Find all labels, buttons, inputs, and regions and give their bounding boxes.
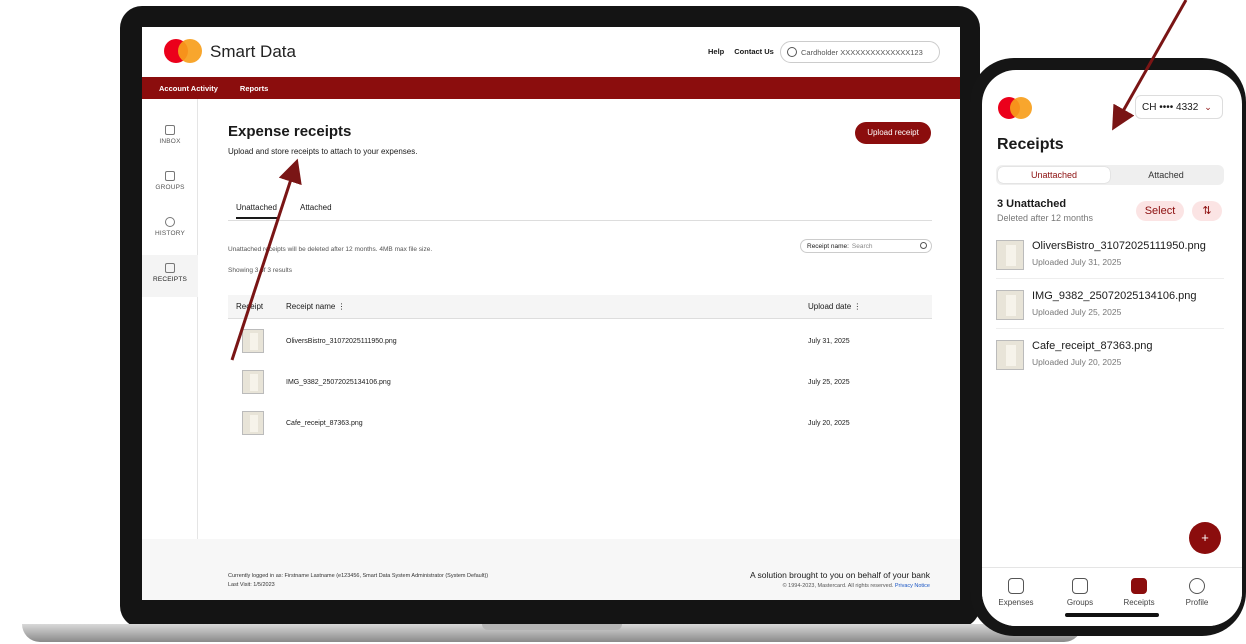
more-vertical-icon[interactable]: ⋮ xyxy=(853,302,861,311)
card-selector[interactable]: CH •••• 4332 ⌄ xyxy=(1135,95,1223,119)
privacy-link[interactable]: Privacy Notice xyxy=(895,583,930,589)
receipt-name: Cafe_receipt_87363.png xyxy=(1032,340,1153,352)
unattached-count: 3 Unattached xyxy=(997,198,1067,210)
user-icon xyxy=(787,47,797,57)
col-receipt: Receipt xyxy=(236,302,264,311)
receipt-thumbnail xyxy=(996,240,1024,270)
select-button[interactable]: Select xyxy=(1136,201,1184,221)
list-item[interactable]: OliversBistro_31072025111950.png Uploade… xyxy=(996,230,1224,279)
sidenav-groups[interactable]: GROUPS xyxy=(142,171,198,191)
footer-tagline: A solution brought to you on behalf of y… xyxy=(749,570,930,580)
main-nav: Account Activity Reports xyxy=(142,77,960,99)
col-receipt-name[interactable]: Receipt name ⋮ xyxy=(286,302,346,311)
receipt-thumbnail xyxy=(242,329,264,353)
copyright-text: © 1994-2023, Mastercard. All rights rese… xyxy=(782,583,894,589)
results-count: Showing 3 of 3 results xyxy=(228,267,292,274)
mobile-page-title: Receipts xyxy=(997,136,1064,153)
list-item[interactable]: IMG_9382_25072025134106.png Uploaded Jul… xyxy=(996,280,1224,329)
last-visit-text: Last Visit: 1/5/2023 xyxy=(228,582,275,588)
main-content: Expense receipts Upload and store receip… xyxy=(228,99,932,539)
footer-session: Currently logged in as: Firstname Lastna… xyxy=(228,572,488,590)
logged-in-text: Currently logged in as: Firstname Lastna… xyxy=(228,573,489,579)
inbox-icon xyxy=(165,125,175,135)
sidenav-history[interactable]: HISTORY xyxy=(142,217,198,237)
upload-receipt-button[interactable]: Upload receipt xyxy=(855,122,931,144)
mobile-segmented-tabs: Unattached Attached xyxy=(996,165,1224,185)
receipt-name: OliversBistro_31072025111950.png xyxy=(286,338,397,345)
deletion-note: Deleted after 12 months xyxy=(997,213,1094,223)
mastercard-logo-icon xyxy=(998,97,1032,119)
mastercard-logo-icon xyxy=(164,39,202,63)
tab-unattached[interactable]: Unattached xyxy=(236,203,277,219)
list-item[interactable]: Cafe_receipt_87363.png Uploaded July 20,… xyxy=(996,330,1224,379)
add-receipt-button[interactable]: + xyxy=(1189,522,1221,554)
sort-button[interactable]: ⇅ xyxy=(1192,201,1222,221)
table-header: Receipt Receipt name ⋮ Upload date ⋮ xyxy=(228,295,932,319)
tab-expenses[interactable]: Expenses xyxy=(988,578,1044,607)
page-subtitle: Upload and store receipts to attach to y… xyxy=(228,147,418,156)
cardholder-dropdown[interactable]: Cardholder XXXXXXXXXXXXXX123 xyxy=(780,41,940,63)
home-indicator xyxy=(1065,613,1159,617)
desktop-screen: Smart Data Help Contact Us Cardholder XX… xyxy=(142,27,960,600)
footer: Currently logged in as: Firstname Lastna… xyxy=(142,539,960,600)
search-placeholder: Search xyxy=(851,242,873,250)
table-row[interactable]: OliversBistro_31072025111950.png July 31… xyxy=(228,321,932,361)
receipt-name: IMG_9382_25072025134106.png xyxy=(286,379,391,386)
upload-date: July 25, 2025 xyxy=(808,379,850,386)
upload-date: Uploaded July 25, 2025 xyxy=(1032,307,1122,317)
table-row[interactable]: IMG_9382_25072025134106.png July 25, 202… xyxy=(228,362,932,402)
upload-date: July 31, 2025 xyxy=(808,338,850,345)
retention-notice: Unattached receipts will be deleted afte… xyxy=(228,246,433,253)
cardholder-label: Cardholder XXXXXXXXXXXXXX123 xyxy=(801,47,923,57)
brand-name: Smart Data xyxy=(210,42,296,61)
receipt-thumbnail xyxy=(242,411,264,435)
upload-date: Uploaded July 20, 2025 xyxy=(1032,357,1122,367)
card-label: CH •••• 4332 xyxy=(1142,101,1199,113)
profile-icon xyxy=(1189,578,1205,594)
layers-icon xyxy=(1072,578,1088,594)
tab-attached[interactable]: Attached xyxy=(300,203,332,212)
tab-profile[interactable]: Profile xyxy=(1169,578,1225,607)
mobile-tab-unattached[interactable]: Unattached xyxy=(998,167,1110,183)
sidenav-receipts[interactable]: RECEIPTS xyxy=(142,255,198,297)
laptop-base xyxy=(22,624,1082,642)
stage: Smart Data Help Contact Us Cardholder XX… xyxy=(0,0,1246,644)
nav-reports[interactable]: Reports xyxy=(240,84,268,93)
receipt-tabs: Unattached Attached xyxy=(228,197,932,221)
col-upload-date[interactable]: Upload date ⋮ xyxy=(808,302,861,311)
top-bar: Smart Data Help Contact Us Cardholder XX… xyxy=(142,27,960,77)
receipt-icon xyxy=(1131,578,1147,594)
receipt-icon xyxy=(165,263,175,273)
page-title: Expense receipts xyxy=(228,123,352,140)
side-nav: INBOX GROUPS HISTORY RECEIPTS xyxy=(142,99,198,539)
contact-link[interactable]: Contact Us xyxy=(734,47,774,56)
upload-date: July 20, 2025 xyxy=(808,420,850,427)
receipt-name: IMG_9382_25072025134106.png xyxy=(1032,290,1197,302)
nav-account-activity[interactable]: Account Activity xyxy=(159,84,218,93)
receipt-thumbnail xyxy=(996,290,1024,320)
history-icon xyxy=(165,217,175,227)
more-vertical-icon[interactable]: ⋮ xyxy=(338,302,346,311)
receipt-name: OliversBistro_31072025111950.png xyxy=(1032,240,1206,252)
tag-icon xyxy=(1008,578,1024,594)
table-row[interactable]: Cafe_receipt_87363.png July 20, 2025 xyxy=(228,403,932,443)
sidenav-inbox[interactable]: INBOX xyxy=(142,125,198,145)
search-label: Receipt name: xyxy=(807,242,849,250)
receipt-search-input[interactable]: Receipt name: Search xyxy=(800,239,932,253)
help-link[interactable]: Help xyxy=(708,47,724,56)
receipt-name: Cafe_receipt_87363.png xyxy=(286,420,363,427)
chevron-down-icon: ⌄ xyxy=(1204,101,1212,112)
mobile-tab-bar: Expenses Groups Receipts Profile xyxy=(982,567,1242,626)
mobile-tab-attached[interactable]: Attached xyxy=(1110,167,1222,183)
receipt-thumbnail xyxy=(242,370,264,394)
receipt-thumbnail xyxy=(996,340,1024,370)
upload-date: Uploaded July 31, 2025 xyxy=(1032,257,1122,267)
top-links: Help Contact Us xyxy=(708,47,774,56)
layers-icon xyxy=(165,171,175,181)
mobile-screen: CH •••• 4332 ⌄ Receipts Unattached Attac… xyxy=(982,70,1242,626)
footer-legal: A solution brought to you on behalf of y… xyxy=(750,570,930,589)
search-icon xyxy=(920,242,927,249)
tab-groups[interactable]: Groups xyxy=(1052,578,1108,607)
tab-receipts[interactable]: Receipts xyxy=(1111,578,1167,607)
